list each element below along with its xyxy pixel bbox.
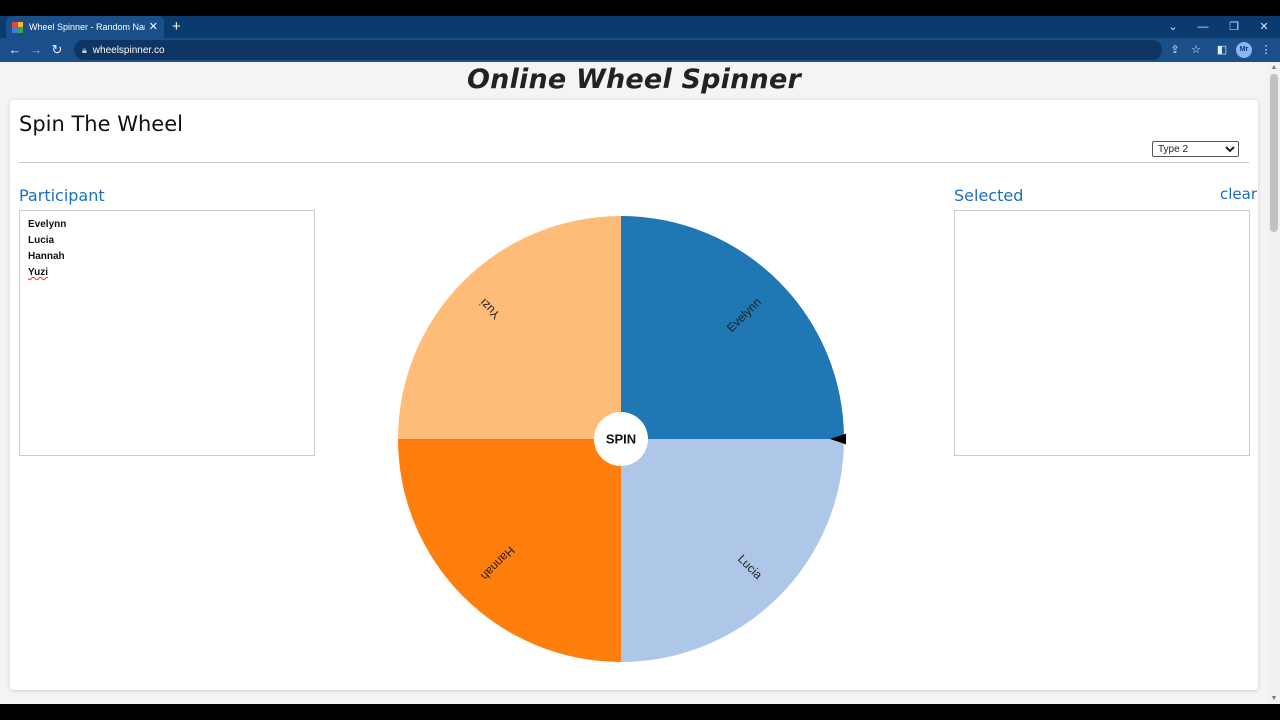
side-panel-icon[interactable]: ◧ bbox=[1213, 41, 1231, 59]
wheel-type-select[interactable]: Type 2 bbox=[1152, 141, 1239, 157]
scroll-down-icon[interactable]: ▼ bbox=[1268, 695, 1280, 702]
wheel-segment-yuzi bbox=[398, 216, 621, 439]
browser-tab-active[interactable]: Wheel Spinner - Random Name ✕ bbox=[6, 16, 164, 38]
scrollbar-thumb[interactable] bbox=[1270, 74, 1278, 232]
screen-top-edge bbox=[0, 0, 1280, 16]
new-tab-icon[interactable]: + bbox=[172, 18, 181, 36]
spin-button-label[interactable]: SPIN bbox=[606, 431, 636, 446]
restore-icon[interactable]: ❐ bbox=[1219, 16, 1249, 38]
forward-icon[interactable]: → bbox=[27, 41, 45, 59]
star-icon[interactable]: ☆ bbox=[1187, 41, 1205, 59]
screen-bottom-edge bbox=[0, 704, 1280, 720]
scroll-up-icon[interactable]: ▲ bbox=[1268, 64, 1280, 71]
minimize-icon[interactable]: — bbox=[1188, 16, 1218, 38]
window-close-icon[interactable]: ✕ bbox=[1249, 16, 1279, 38]
tab-close-icon[interactable]: ✕ bbox=[149, 21, 158, 33]
page-viewport: Online Wheel Spinner Spin The Wheel Type… bbox=[0, 62, 1268, 704]
browser-toolbar: ← → ↻ 🔒︎ wheelspinner.co ⇪ ☆ ◧ Mr ⋮ bbox=[0, 38, 1280, 62]
participant-label: Participant bbox=[19, 186, 105, 205]
kebab-menu-icon[interactable]: ⋮ bbox=[1257, 41, 1275, 59]
browser-tab-bar: Wheel Spinner - Random Name ✕ + ⌄ — ❐ ✕ bbox=[0, 16, 1280, 38]
back-icon[interactable]: ← bbox=[6, 41, 24, 59]
card-title: Spin The Wheel bbox=[19, 112, 183, 136]
tab-search-icon[interactable]: ⌄ bbox=[1158, 16, 1188, 38]
tab-title: Wheel Spinner - Random Name bbox=[29, 22, 145, 32]
participant-entry-text: Yuzi bbox=[28, 267, 49, 278]
reload-icon[interactable]: ↻ bbox=[48, 41, 66, 59]
clear-link[interactable]: clear bbox=[1220, 185, 1257, 203]
participant-entry: Lucia bbox=[28, 235, 55, 246]
share-icon[interactable]: ⇪ bbox=[1166, 41, 1184, 59]
participant-entry: Hannah bbox=[28, 251, 65, 262]
header-divider bbox=[19, 162, 1249, 163]
spinner-wheel[interactable]: Evelynn Lucia Hannah Yuzi SPIN bbox=[396, 214, 846, 664]
selected-list-box bbox=[954, 210, 1250, 456]
page-scrollbar[interactable]: ▲ ▼ bbox=[1268, 62, 1280, 704]
wheel-card: Spin The Wheel Type 2 Participant Evelyn… bbox=[10, 100, 1258, 690]
selected-label: Selected bbox=[954, 186, 1024, 205]
lock-icon: 🔒︎ bbox=[82, 44, 87, 55]
participant-entry: Yuzi bbox=[28, 265, 306, 281]
address-bar[interactable]: 🔒︎ wheelspinner.co bbox=[74, 40, 1162, 60]
url-text: wheelspinner.co bbox=[92, 44, 165, 56]
participant-list-input[interactable]: Evelynn Lucia Hannah Yuzi bbox=[19, 210, 315, 456]
participant-entry: Evelynn bbox=[28, 219, 67, 230]
page-heading: Online Wheel Spinner bbox=[467, 64, 801, 95]
profile-avatar[interactable]: Mr bbox=[1236, 42, 1252, 58]
wheel-segment-lucia bbox=[621, 439, 844, 662]
favicon-icon bbox=[12, 21, 23, 33]
